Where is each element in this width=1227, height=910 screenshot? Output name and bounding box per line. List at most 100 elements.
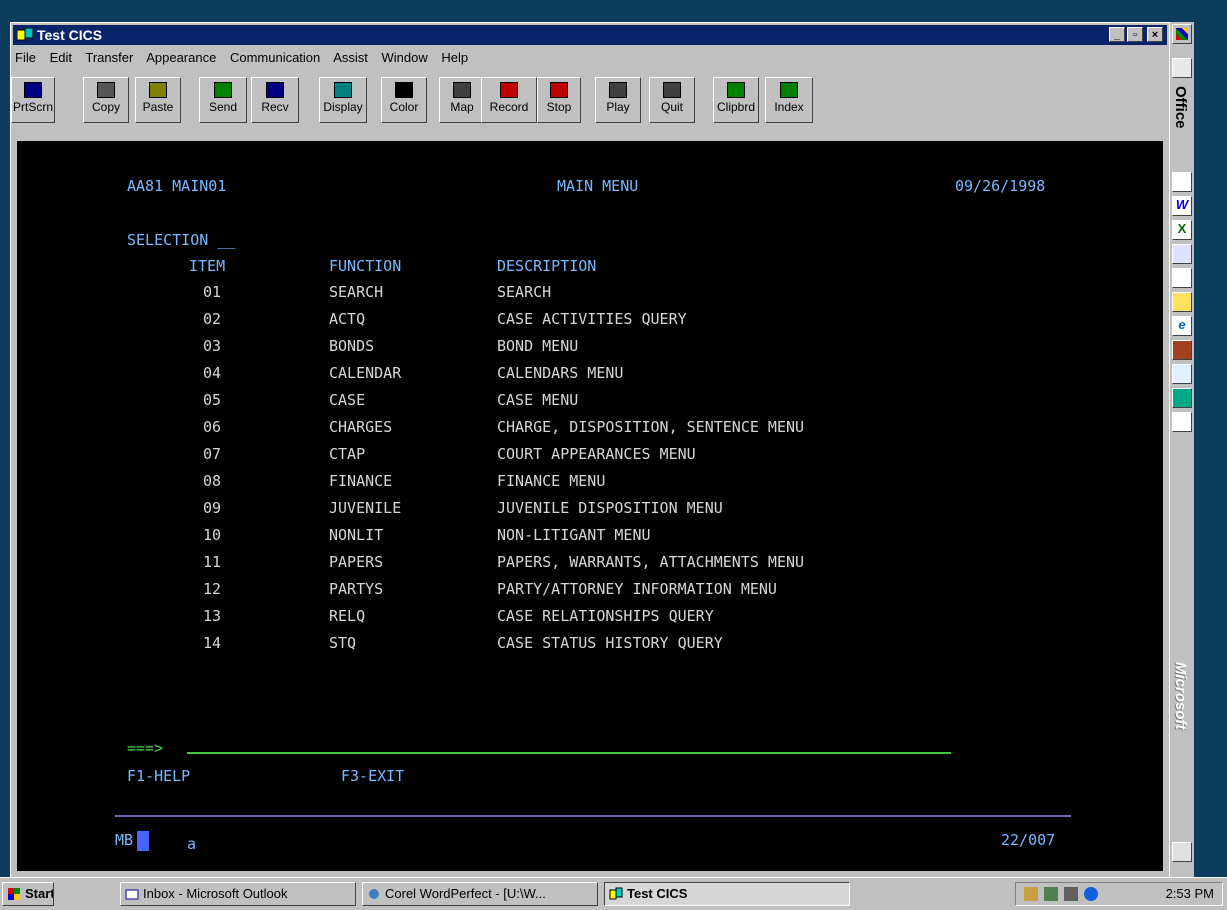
display-button[interactable]: Display [319, 77, 367, 123]
menu-row-function: PARTYS [329, 580, 384, 598]
play-button[interactable]: Play [595, 77, 641, 123]
color-button[interactable]: Color [381, 77, 427, 123]
map-button[interactable]: Map [439, 77, 485, 123]
display-icon [334, 82, 352, 98]
document-icon[interactable] [1172, 412, 1192, 432]
access-icon[interactable] [1172, 340, 1192, 360]
outlook-inbox-icon [125, 889, 139, 900]
menu-communication[interactable]: Communication [230, 50, 320, 65]
powerpoint-icon[interactable] [1172, 244, 1192, 264]
status-mode: MB [115, 831, 134, 849]
paste-button[interactable]: Paste [135, 77, 181, 123]
menu-row-description: FINANCE MENU [497, 472, 606, 490]
quit-button[interactable]: Quit [649, 77, 695, 123]
command-input[interactable] [187, 752, 951, 754]
cursor-block [137, 831, 149, 851]
start-label: Start [25, 886, 54, 901]
menu-row-function: CTAP [329, 445, 366, 463]
clock[interactable]: 2:53 PM [1166, 883, 1214, 905]
menu-row-description: PAPERS, WARRANTS, ATTACHMENTS MENU [497, 553, 805, 571]
network-icon[interactable] [1172, 364, 1192, 384]
recv-button[interactable]: Recv [251, 77, 299, 123]
clipbrd-button[interactable]: Clipbrd [713, 77, 759, 123]
office-logo-icon[interactable] [1172, 24, 1192, 44]
selection-field[interactable]: SELECTION __ [127, 231, 235, 249]
office-label: Office [1172, 86, 1189, 129]
menu-row-item: 05 [203, 391, 222, 409]
menu-window[interactable]: Window [381, 50, 427, 65]
send-label: Send [208, 100, 238, 114]
copy-label: Copy [91, 100, 120, 114]
menu-row-item: 06 [203, 418, 222, 436]
display-label: Display [323, 100, 363, 114]
index-button[interactable]: Index [765, 77, 813, 123]
word-icon[interactable]: W [1172, 196, 1192, 216]
quit-icon [663, 82, 681, 98]
start-button[interactable]: Start [2, 882, 54, 906]
maximize-button[interactable]: ▫ [1127, 27, 1143, 42]
menu-row-function: NONLIT [329, 526, 384, 544]
tray-plug-icon[interactable] [1024, 887, 1038, 901]
internet-explorer-icon[interactable]: e [1172, 316, 1192, 336]
menu-assist[interactable]: Assist [333, 50, 368, 65]
task-outlook[interactable]: Inbox - Microsoft Outlook [120, 882, 356, 906]
menu-row-description: NON-LITIGANT MENU [497, 526, 651, 544]
f3-exit-key[interactable]: F3-EXIT [341, 767, 404, 785]
task-test-cics[interactable]: Test CICS [604, 882, 850, 906]
menu-edit[interactable]: Edit [50, 50, 72, 65]
screen-id: AA81 MAIN01 [127, 177, 227, 195]
screen-date: 09/26/1998 [955, 177, 1046, 195]
wordperfect-icon [369, 889, 379, 899]
menu-transfer[interactable]: Transfer [85, 50, 133, 65]
terminal-screen[interactable]: AA81 MAIN01 MAIN MENU 09/26/1998 SELECTI… [17, 141, 1163, 871]
index-label: Index [774, 100, 804, 114]
key-icon[interactable] [1172, 292, 1192, 312]
menu-row-description: CASE STATUS HISTORY QUERY [497, 634, 723, 652]
record-button[interactable]: Record [481, 77, 537, 123]
menu-row-item: 13 [203, 607, 222, 625]
outlook-icon[interactable] [1172, 268, 1192, 288]
prtscrn-button[interactable]: PrtScrn [11, 77, 55, 123]
status-divider [115, 815, 1071, 817]
menu-row-item: 07 [203, 445, 222, 463]
menu-row-function: CASE [329, 391, 366, 409]
menu-appearance[interactable]: Appearance [146, 50, 216, 65]
cursor-position: 22/007 [1001, 831, 1056, 849]
minimize-button[interactable]: _ [1109, 27, 1125, 42]
stop-button[interactable]: Stop [537, 77, 581, 123]
menu-row-description: CALENDARS MENU [497, 364, 624, 382]
column-header-item: ITEM [189, 257, 226, 275]
tray-network-icon[interactable] [1044, 887, 1058, 901]
map-label: Map [450, 100, 474, 114]
send-button[interactable]: Send [199, 77, 247, 123]
excel-icon[interactable]: X [1172, 220, 1192, 240]
close-button[interactable]: × [1147, 27, 1163, 42]
menu-row-description: SEARCH [497, 283, 552, 301]
office-bar-bottom-icon[interactable] [1172, 842, 1192, 862]
new-document-icon[interactable] [1172, 172, 1192, 192]
play-label: Play [606, 100, 630, 114]
office-menu-icon[interactable] [1172, 58, 1192, 78]
recv-label: Recv [261, 100, 289, 114]
menu-row-function: BONDS [329, 337, 375, 355]
menu-row-description: CASE ACTIVITIES QUERY [497, 310, 687, 328]
paste-icon [149, 82, 167, 98]
menu-file[interactable]: File [15, 50, 36, 65]
menu-row-description: COURT APPEARANCES MENU [497, 445, 696, 463]
f1-help-key[interactable]: F1-HELP [127, 767, 190, 785]
task-wordperfect[interactable]: Corel WordPerfect - [U:\W... [362, 882, 598, 906]
test-cics-window: Test CICS _ ▫ × File Edit Transfer Appea… [10, 22, 1170, 879]
schedule-icon[interactable] [1172, 388, 1192, 408]
microsoft-label: Microsoft [1172, 662, 1189, 730]
screen-heading: MAIN MENU [557, 177, 639, 195]
copy-button[interactable]: Copy [83, 77, 129, 123]
menu-row-function: CALENDAR [329, 364, 402, 382]
tray-volume-icon[interactable] [1064, 887, 1078, 901]
title-bar[interactable]: Test CICS _ ▫ × [13, 25, 1167, 45]
column-header-function: FUNCTION [329, 257, 402, 275]
stop-label: Stop [546, 100, 572, 114]
system-tray: 2:53 PM [1015, 882, 1223, 906]
menu-help[interactable]: Help [441, 50, 468, 65]
quit-label: Quit [660, 100, 683, 114]
tray-messenger-icon[interactable] [1084, 887, 1098, 901]
